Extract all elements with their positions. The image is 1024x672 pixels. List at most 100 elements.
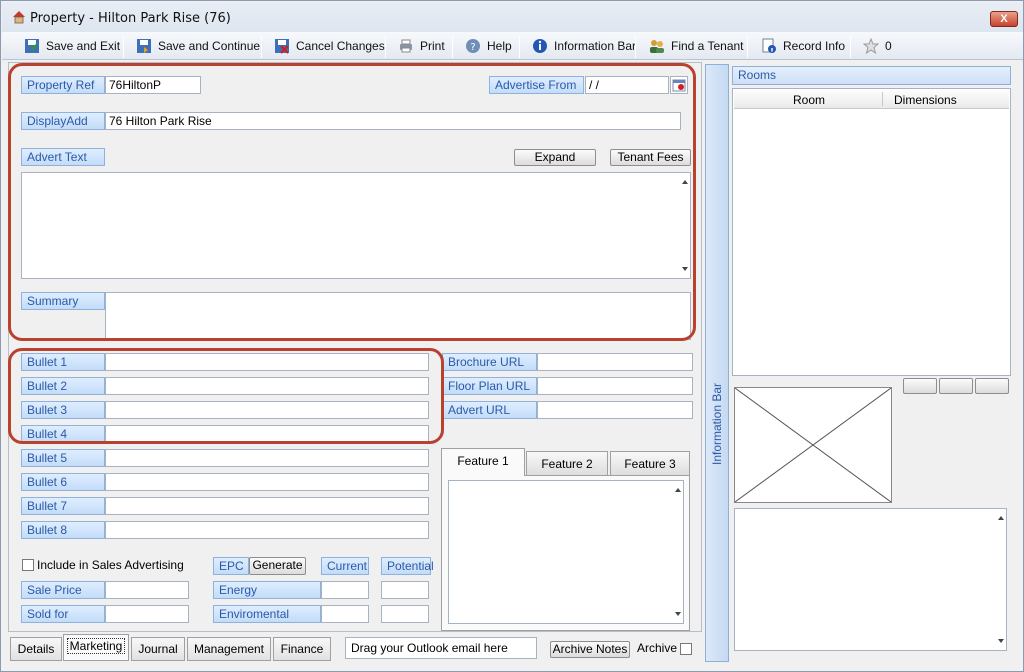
rooms-button-2[interactable] <box>939 378 973 394</box>
tab-finance[interactable]: Finance <box>273 637 331 661</box>
help-label: Help <box>487 39 512 53</box>
current-label: Current <box>321 557 369 575</box>
column-divider <box>882 92 883 106</box>
sale-price-label: Sale Price <box>21 581 105 599</box>
brochure-url-label: Brochure URL <box>442 353 537 371</box>
toolbar-separator <box>452 36 453 58</box>
bullet-7-field[interactable] <box>105 497 429 515</box>
printer-icon <box>400 39 412 53</box>
cancel-changes-button[interactable]: Cancel Changes <box>272 36 385 56</box>
toolbar-separator <box>635 36 636 58</box>
rooms-button-3[interactable] <box>975 378 1009 394</box>
bullet-8-label: Bullet 8 <box>21 521 105 539</box>
bullet-5-label: Bullet 5 <box>21 449 105 467</box>
include-sales-checkbox[interactable] <box>22 559 34 571</box>
highlight-box-top <box>8 63 696 341</box>
archive-label: Archive <box>637 641 678 655</box>
information-bar-label: Information Bar <box>554 39 637 53</box>
scroll-down-icon[interactable] <box>675 612 681 616</box>
rooms-list-header: Room Dimensions <box>734 90 1009 109</box>
close-button[interactable]: X <box>990 11 1018 27</box>
information-bar-label: Information Bar <box>710 382 724 465</box>
rooms-button-1[interactable] <box>903 378 937 394</box>
include-sales-label: Include in Sales Advertising <box>37 558 184 572</box>
tab-details[interactable]: Details <box>10 637 62 661</box>
col-room[interactable]: Room <box>793 93 825 107</box>
sold-for-field[interactable] <box>105 605 189 623</box>
floor-plan-url-label: Floor Plan URL <box>442 377 537 395</box>
tab-feature-2[interactable]: Feature 2 <box>526 451 608 476</box>
find-tenant-label: Find a Tenant <box>671 39 744 53</box>
record-info-label: Record Info <box>783 39 846 53</box>
save-continue-icon <box>137 39 151 53</box>
tab-feature-3[interactable]: Feature 3 <box>610 451 690 476</box>
brochure-url-field[interactable] <box>537 353 693 371</box>
toolbar-separator <box>123 36 124 58</box>
archive-checkbox[interactable] <box>680 643 692 655</box>
bullet-6-field[interactable] <box>105 473 429 491</box>
toolbar: Save and Exit Save and Continue Cancel C… <box>2 32 1023 60</box>
people-icon <box>650 40 664 53</box>
information-bar-button[interactable]: Information Bar <box>530 36 636 56</box>
save-continue-button[interactable]: Save and Continue <box>134 36 260 56</box>
star-icon <box>863 38 879 54</box>
window-title: Property - Hilton Park Rise (76) <box>30 11 231 26</box>
toolbar-separator <box>261 36 262 58</box>
notes-text-area[interactable] <box>734 508 1007 651</box>
energy-potential-field[interactable] <box>381 581 429 599</box>
tab-marketing[interactable]: Marketing <box>63 634 129 661</box>
environmental-label: Enviromental <box>213 605 321 623</box>
info-icon <box>533 39 547 53</box>
tab-journal[interactable]: Journal <box>131 637 185 661</box>
record-info-button[interactable]: Record Info <box>759 36 845 56</box>
rooms-list[interactable]: Room Dimensions <box>732 88 1011 376</box>
tab-marketing-label: Marketing <box>66 638 126 654</box>
bullet-5-field[interactable] <box>105 449 429 467</box>
tab-feature-1[interactable]: Feature 1 <box>441 448 525 476</box>
floor-plan-url-field[interactable] <box>537 377 693 395</box>
potential-label: Potential <box>381 557 434 575</box>
property-image[interactable] <box>734 387 892 503</box>
toolbar-separator <box>385 36 386 58</box>
energy-current-field[interactable] <box>321 581 369 599</box>
house-icon <box>13 11 25 24</box>
archive-notes-button[interactable]: Archive Notes <box>550 641 630 658</box>
find-tenant-button[interactable]: Find a Tenant <box>647 36 744 56</box>
record-info-icon <box>762 38 776 53</box>
rooms-header: Rooms <box>732 66 1011 85</box>
environmental-current-field[interactable] <box>321 605 369 623</box>
scroll-up-icon[interactable] <box>998 516 1004 520</box>
save-exit-button[interactable]: Save and Exit <box>22 36 120 56</box>
image-placeholder-icon <box>734 387 892 503</box>
save-exit-icon <box>25 39 39 53</box>
col-dimensions[interactable]: Dimensions <box>894 93 957 107</box>
print-label: Print <box>420 39 445 53</box>
toolbar-separator <box>519 36 520 58</box>
scroll-down-icon[interactable] <box>998 639 1004 643</box>
scroll-up-icon[interactable] <box>675 488 681 492</box>
save-continue-label: Save and Continue <box>158 39 261 53</box>
title-bar: Property - Hilton Park Rise (76) X <box>2 2 1023 32</box>
toolbar-separator <box>850 36 851 58</box>
sold-for-label: Sold for <box>21 605 105 623</box>
property-window: Property - Hilton Park Rise (76) X Save … <box>0 0 1024 672</box>
star-count: 0 <box>885 39 892 53</box>
feature-text-area[interactable] <box>448 480 684 624</box>
outlook-drop-zone[interactable]: Drag your Outlook email here <box>345 637 537 659</box>
information-bar-toggle[interactable]: Information Bar <box>705 64 729 662</box>
generate-button[interactable]: Generate <box>249 557 306 575</box>
bullet-8-field[interactable] <box>105 521 429 539</box>
print-button[interactable]: Print <box>396 36 445 56</box>
bullet-7-label: Bullet 7 <box>21 497 105 515</box>
tab-management[interactable]: Management <box>187 637 271 661</box>
svg-text:?: ? <box>470 42 475 53</box>
favourite-button[interactable]: 0 <box>861 36 892 56</box>
help-button[interactable]: ? Help <box>463 36 512 56</box>
toolbar-separator <box>747 36 748 58</box>
highlight-box-bullets <box>8 348 444 444</box>
cancel-changes-label: Cancel Changes <box>296 39 385 53</box>
advert-url-field[interactable] <box>537 401 693 419</box>
environmental-potential-field[interactable] <box>381 605 429 623</box>
sale-price-field[interactable] <box>105 581 189 599</box>
epc-label: EPC <box>213 557 249 575</box>
